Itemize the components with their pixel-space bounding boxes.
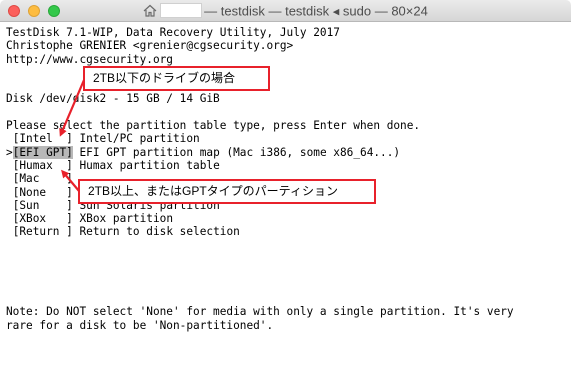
option-description: XBox partition: [79, 212, 174, 226]
option-cursor: [6, 132, 13, 145]
option-key-selected: [EFI GPT]: [12, 145, 73, 159]
window-title: — testdisk — testdisk ◂ sudo — 80×24: [0, 0, 571, 22]
window-title-text: — testdisk — testdisk ◂ sudo — 80×24: [204, 3, 428, 19]
home-folder-icon: [143, 4, 157, 17]
partition-option-efi-gpt[interactable]: >[EFI GPT] EFI GPT partition map (Mac i3…: [6, 145, 571, 159]
option-key: [Mac ]: [12, 172, 73, 186]
option-key: [Humax ]: [12, 158, 73, 172]
option-description: EFI GPT partition map (Mac i386, some x8…: [79, 145, 401, 159]
option-cursor: [6, 212, 13, 225]
option-description: Return to disk selection: [79, 225, 240, 239]
redacted-username: [160, 3, 203, 19]
callout-gpt-label: 2TB以上、またはGPTタイプのパーティション: [78, 179, 376, 204]
partition-option-return[interactable]: [Return ] Return to disk selection: [6, 225, 571, 238]
note-line: rare for a disk to be 'Non-partitioned'.: [6, 318, 274, 332]
option-key: [XBox ]: [12, 212, 73, 226]
option-description: Humax partition table: [79, 158, 220, 172]
option-key: [Sun ]: [12, 198, 73, 212]
option-cursor: [6, 172, 13, 185]
terminal-line: Disk /dev/disk2 - 15 GB / 14 GiB: [6, 92, 220, 106]
option-key: [Return ]: [12, 225, 73, 239]
callout-intel-label: 2TB以下のドライブの場合: [83, 66, 270, 91]
terminal-line: http://www.cgsecurity.org: [6, 52, 173, 66]
option-cursor: >: [6, 145, 13, 159]
option-key: [Intel ]: [12, 132, 73, 146]
terminal-line: TestDisk 7.1-WIP, Data Recovery Utility,…: [6, 26, 340, 39]
terminal-line: Please select the partition table type, …: [6, 119, 421, 133]
partition-option-humax[interactable]: [Humax ] Humax partition table: [6, 159, 571, 172]
option-cursor: [6, 159, 13, 172]
option-cursor: [6, 186, 13, 199]
option-key: [None ]: [12, 185, 73, 199]
option-description: Intel/PC partition: [79, 132, 200, 146]
option-cursor: [6, 225, 13, 238]
title-bar[interactable]: — testdisk — testdisk ◂ sudo — 80×24: [0, 0, 571, 22]
partition-option-xbox[interactable]: [XBox ] XBox partition: [6, 212, 571, 225]
note-line: Note: Do NOT select 'None' for media wit…: [6, 305, 514, 319]
terminal-window: — testdisk — testdisk ◂ sudo — 80×24 Tes…: [0, 0, 571, 368]
option-cursor: [6, 199, 13, 212]
partition-option-intel[interactable]: [Intel ] Intel/PC partition: [6, 132, 571, 145]
terminal-line: Christophe GRENIER <grenier@cgsecurity.o…: [6, 39, 294, 53]
